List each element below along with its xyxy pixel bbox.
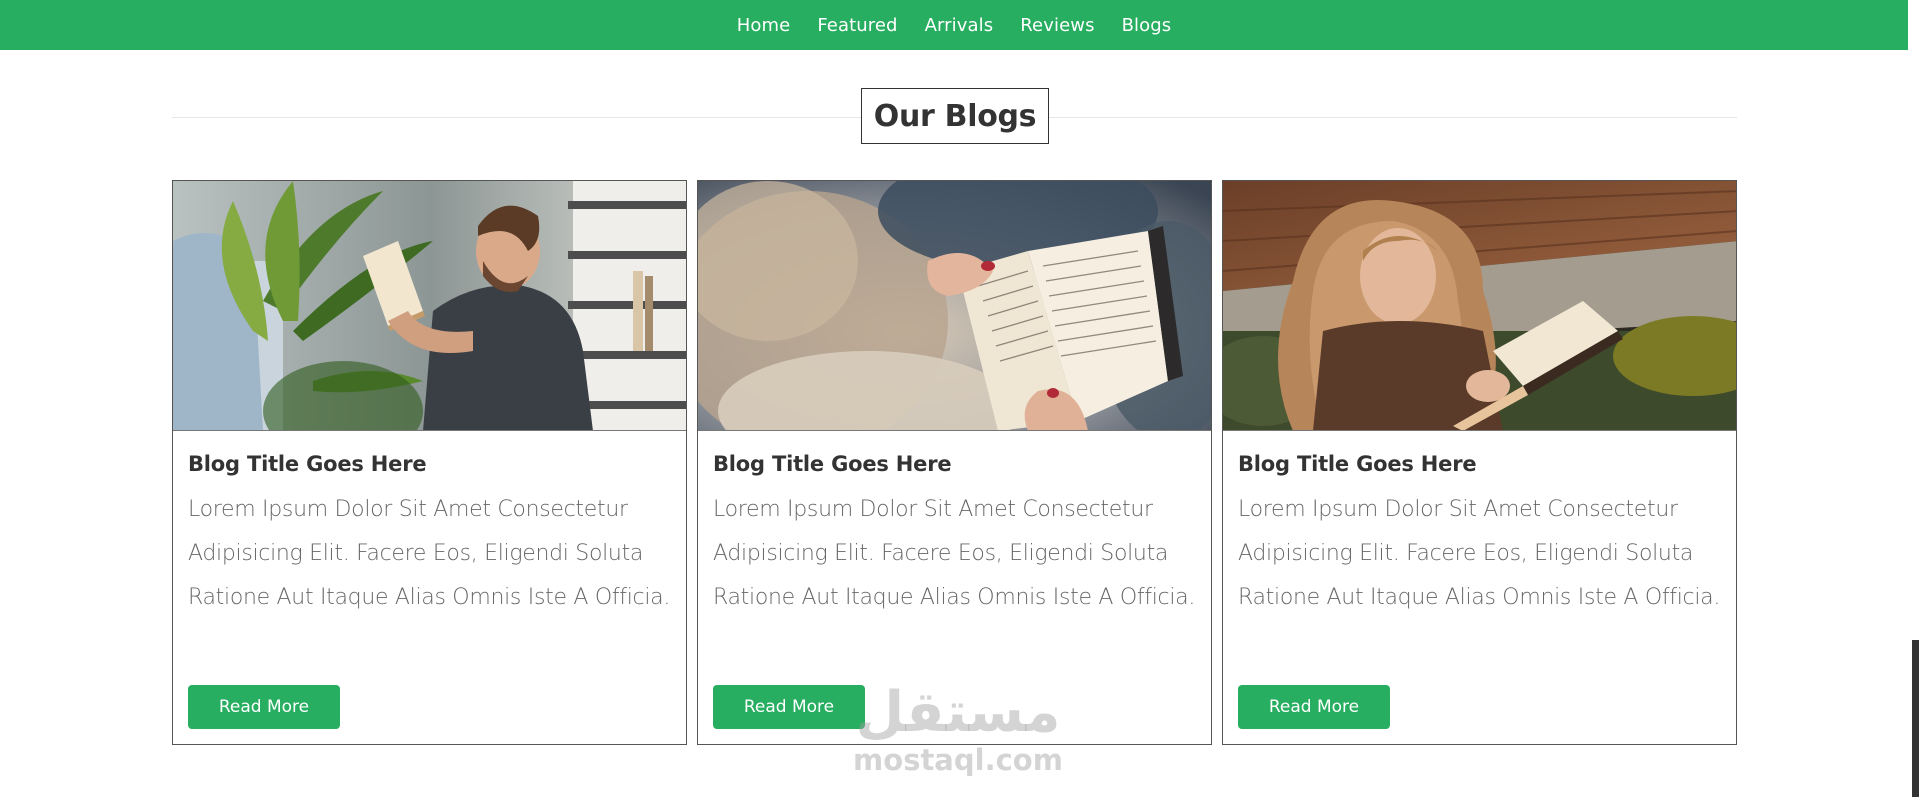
blog-card-title: Blog Title Goes Here (188, 452, 427, 476)
nav-link-blogs[interactable]: Blogs (1122, 15, 1172, 36)
blog-card-body: Lorem Ipsum Dolor Sit Amet Consectetur A… (1238, 497, 1721, 610)
blog-card-body: Lorem Ipsum Dolor Sit Amet Consectetur A… (188, 497, 671, 610)
blog-card: Blog Title Goes Here Lorem Ipsum Dolor S… (1222, 180, 1737, 745)
nav-link-arrivals[interactable]: Arrivals (925, 15, 994, 36)
blog-card: Blog Title Goes Here Lorem Ipsum Dolor S… (172, 180, 687, 745)
blog-card-list: Blog Title Goes Here Lorem Ipsum Dolor S… (172, 180, 1738, 745)
read-more-button[interactable]: Read More (1238, 685, 1390, 729)
blog-card: Blog Title Goes Here Lorem Ipsum Dolor S… (697, 180, 1212, 745)
section-heading: Our Blogs (172, 88, 1737, 145)
read-more-button[interactable]: Read More (713, 685, 865, 729)
open-book-hands-photo (698, 181, 1211, 431)
nav-link-reviews[interactable]: Reviews (1020, 15, 1094, 36)
blog-card-title: Blog Title Goes Here (1238, 452, 1477, 476)
man-reading-book-photo (173, 181, 686, 431)
scrollbar-thumb[interactable] (1912, 640, 1919, 797)
nav-link-featured[interactable]: Featured (817, 15, 897, 36)
woman-reading-book-photo (1223, 181, 1736, 431)
section-title: Our Blogs (861, 88, 1049, 144)
blog-card-body: Lorem Ipsum Dolor Sit Amet Consectetur A… (713, 497, 1196, 610)
top-nav: Home Featured Arrivals Reviews Blogs (0, 0, 1908, 50)
blog-card-title: Blog Title Goes Here (713, 452, 952, 476)
page-scrollbar[interactable] (1908, 0, 1919, 797)
read-more-button[interactable]: Read More (188, 685, 340, 729)
watermark-latin-text: mostaql.com (853, 743, 1063, 777)
nav-link-home[interactable]: Home (737, 15, 791, 36)
